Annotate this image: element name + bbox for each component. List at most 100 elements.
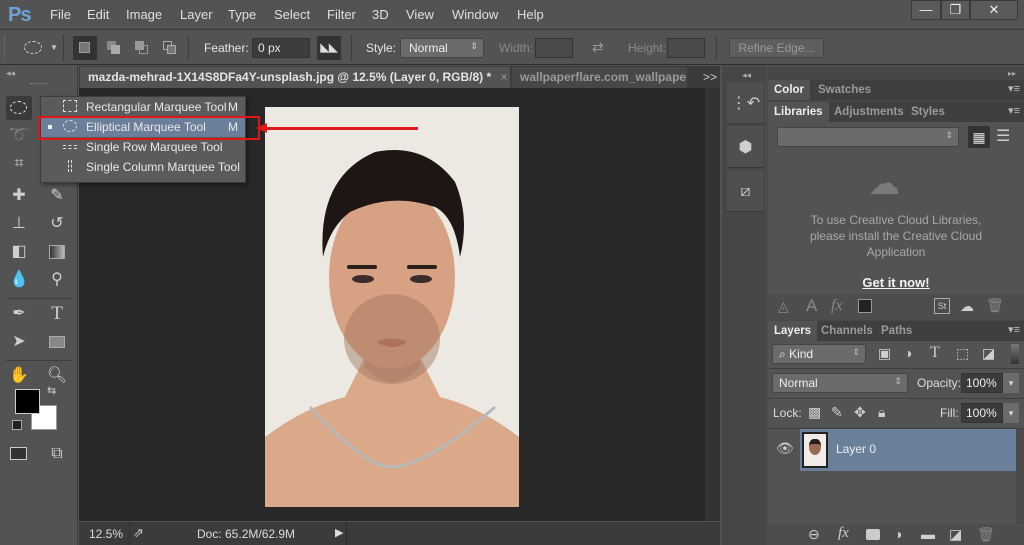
grip-handle[interactable] [4, 36, 7, 60]
anti-alias-toggle[interactable]: ◣◣ [317, 36, 341, 60]
new-group-icon[interactable]: ▬ [921, 526, 935, 542]
vertical-scrollbar[interactable] [705, 88, 720, 521]
properties-panel-icon[interactable]: ⧄ [727, 170, 764, 212]
add-layer-style-icon[interactable]: fx [831, 297, 843, 315]
default-colors-icon[interactable] [12, 420, 22, 430]
subtract-from-selection-button[interactable] [132, 38, 152, 58]
preset-dropdown-icon[interactable]: ▼ [50, 43, 58, 52]
tab-active-document[interactable]: mazda-mehrad-1X14S8DFa4Y-unsplash.jpg @ … [80, 67, 510, 88]
tab-color[interactable]: Color [768, 80, 811, 100]
tab-layers[interactable]: Layers [768, 321, 818, 341]
menu-image[interactable]: Image [126, 7, 162, 22]
filter-toggle[interactable] [1011, 344, 1019, 364]
add-color-icon[interactable] [858, 299, 872, 313]
lasso-tool[interactable]: ➰ [6, 124, 32, 148]
layer-row[interactable]: 👁︎ Layer 0 [768, 429, 1016, 471]
minimize-button[interactable]: — [911, 0, 941, 20]
history-brush-tool[interactable]: ↺ [44, 212, 70, 236]
close-button[interactable]: ✕ [970, 0, 1018, 20]
menu-window[interactable]: Window [452, 7, 498, 22]
filter-smart-object-icon[interactable]: ◪ [982, 345, 995, 362]
intersect-selection-button[interactable] [160, 38, 180, 58]
clone-stamp-tool[interactable]: ⊥ [6, 212, 32, 236]
library-select[interactable]: ⇕ [777, 127, 959, 147]
collapse-toolbar-icon[interactable]: ◂◂ [6, 68, 15, 79]
tab-swatches[interactable]: Swatches [812, 80, 877, 100]
style-select[interactable]: Normal ⇕ [400, 38, 484, 58]
cloud-sync-icon[interactable]: ☁ [960, 298, 974, 315]
menu-layer[interactable]: Layer [180, 7, 213, 22]
toolbar-grip[interactable] [30, 83, 48, 86]
layer-filter-select[interactable]: ⌕ Kind ⇕ [772, 344, 866, 364]
add-graphic-icon[interactable]: ◬ [778, 298, 789, 315]
adobe-stock-icon[interactable]: St [934, 298, 950, 314]
add-character-style-icon[interactable]: A [806, 296, 817, 316]
tab-close-icon[interactable]: × [501, 70, 508, 84]
blur-tool[interactable]: 💧 [6, 268, 32, 292]
lock-all-icon[interactable]: 🔒︎ [878, 404, 885, 421]
marquee-tool[interactable] [6, 96, 32, 120]
swap-colors-icon[interactable]: ⇆ [47, 384, 56, 397]
flyout-item-single-column-marquee[interactable]: Single Column Marquee Tool [41, 157, 245, 177]
3d-panel-icon[interactable]: ⬢ [727, 126, 764, 168]
filter-shape-icon[interactable]: ⬚ [956, 345, 969, 362]
quick-mask-icon[interactable] [6, 442, 32, 466]
history-panel-icon[interactable]: ⋮↶ [727, 82, 764, 124]
lock-transparent-icon[interactable]: ▩ [808, 404, 821, 421]
path-selection-tool[interactable]: ➤ [6, 330, 32, 354]
visibility-eye-icon[interactable]: 👁︎ [776, 440, 794, 457]
rectangle-tool[interactable] [44, 330, 70, 354]
tab-channels[interactable]: Channels [815, 321, 879, 341]
filter-type-icon[interactable]: T [930, 344, 940, 362]
gradient-tool[interactable] [44, 240, 70, 264]
width-input[interactable] [535, 38, 573, 58]
eraser-tool[interactable]: ◧ [6, 240, 32, 264]
menu-help[interactable]: Help [517, 7, 544, 22]
flyout-item-rectangular-marquee[interactable]: Rectangular Marquee Tool M [41, 97, 245, 117]
new-layer-icon[interactable]: ◪ [949, 526, 962, 543]
collapse-dock-icon[interactable]: ◂◂ [742, 70, 751, 81]
crop-tool[interactable]: ⌗ [6, 152, 32, 176]
tab-paths[interactable]: Paths [875, 321, 918, 341]
hand-tool[interactable]: ✋ [6, 364, 32, 388]
menu-file[interactable]: File [50, 7, 71, 22]
delete-layer-icon[interactable]: 🗑︎ [977, 526, 995, 543]
share-icon[interactable]: ⇗ [133, 525, 144, 541]
height-input[interactable] [667, 38, 705, 58]
zoom-level[interactable]: 12.5% [89, 527, 123, 541]
list-view-button[interactable]: ☰ [996, 126, 1010, 146]
lock-image-icon[interactable]: ✎ [831, 404, 843, 421]
menu-view[interactable]: View [406, 7, 434, 22]
screen-mode-icon[interactable]: ⧉ [44, 442, 70, 466]
restore-button[interactable]: ❐ [941, 0, 970, 20]
delete-icon[interactable]: 🗑︎ [986, 297, 1004, 314]
feather-input[interactable]: 0 px [252, 38, 310, 58]
new-selection-button[interactable] [73, 36, 97, 60]
panel-menu-icon[interactable]: ▾≡ [1008, 82, 1020, 95]
menu-select[interactable]: Select [274, 7, 310, 22]
blend-mode-select[interactable]: Normal ⇕ [772, 373, 908, 393]
link-layers-icon[interactable]: ⊖ [808, 526, 820, 543]
spot-healing-tool[interactable]: ✚ [6, 184, 32, 208]
add-mask-icon[interactable] [866, 529, 880, 540]
flyout-item-single-row-marquee[interactable]: Single Row Marquee Tool [41, 137, 245, 157]
fill-input[interactable]: 100% [961, 403, 1003, 423]
get-it-now-link[interactable]: Get it now! [768, 275, 1024, 290]
brush-tool[interactable]: ✎ [44, 184, 70, 208]
lock-position-icon[interactable]: ✥ [854, 404, 866, 421]
add-layer-style-icon[interactable]: fx [838, 525, 849, 542]
tab-libraries[interactable]: Libraries [768, 102, 829, 122]
panel-menu-icon[interactable]: ▾≡ [1008, 323, 1020, 336]
tabs-overflow-icon[interactable]: >> [703, 70, 717, 84]
status-menu-arrow-icon[interactable]: ▶ [335, 526, 343, 539]
menu-type[interactable]: Type [228, 7, 256, 22]
filter-pixel-icon[interactable]: ▣ [878, 345, 891, 362]
menu-3d[interactable]: 3D [372, 7, 389, 22]
new-adjustment-layer-icon[interactable]: ◑ [894, 526, 902, 542]
swap-width-height-icon[interactable]: ⇄ [592, 39, 604, 56]
panel-menu-icon[interactable]: ▾≡ [1008, 104, 1020, 117]
grid-view-button[interactable]: ▦ [968, 126, 990, 148]
menu-filter[interactable]: Filter [327, 7, 356, 22]
collapse-panels-icon[interactable]: ▸▸ [1008, 69, 1016, 78]
refine-edge-button[interactable]: Refine Edge... [729, 38, 824, 58]
